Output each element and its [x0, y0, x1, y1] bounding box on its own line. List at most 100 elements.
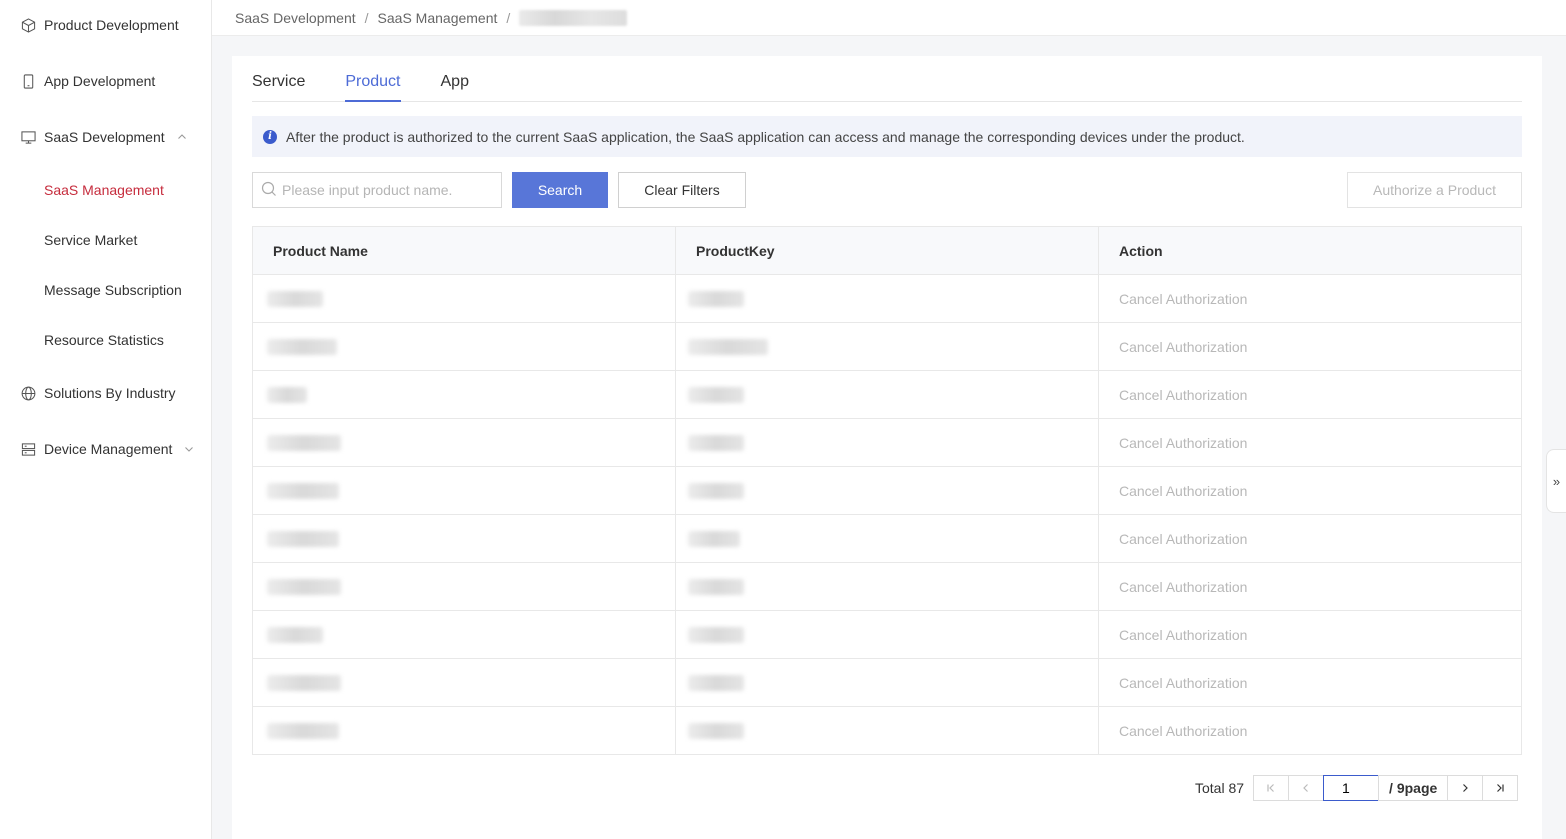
pagination: Total 87 / 9page	[1195, 775, 1519, 801]
redacted-product-key	[688, 434, 744, 451]
info-notice: i After the product is authorized to the…	[252, 116, 1522, 157]
last-page-button[interactable]	[1482, 775, 1519, 801]
cancel-authorization-link[interactable]: Cancel Authorization	[1119, 387, 1247, 403]
table-row: Cancel Authorization	[253, 275, 1521, 323]
server-icon	[20, 441, 36, 457]
search-button[interactable]: Search	[512, 172, 608, 208]
notice-text: After the product is authorized to the c…	[286, 128, 1245, 145]
chevron-down-icon	[184, 444, 194, 454]
action-cell: Cancel Authorization	[1099, 563, 1521, 610]
redacted-product-name	[267, 338, 337, 355]
breadcrumb-current-redacted	[519, 9, 628, 26]
tab-service[interactable]: Service	[252, 73, 305, 101]
product-name-cell	[253, 707, 676, 754]
product-name-cell	[253, 419, 676, 466]
nav-app-development[interactable]: App Development	[0, 53, 211, 109]
chevron-right-icon	[1463, 784, 1469, 792]
product-key-cell	[676, 659, 1099, 706]
nav-saas-management[interactable]: SaaS Management	[0, 165, 211, 215]
redacted-product-name	[267, 722, 339, 739]
nav-product-development[interactable]: Product Development	[0, 0, 211, 53]
cancel-authorization-link[interactable]: Cancel Authorization	[1119, 291, 1247, 307]
product-key-cell	[676, 611, 1099, 658]
cancel-authorization-link[interactable]: Cancel Authorization	[1119, 579, 1247, 595]
redacted-product-key	[688, 626, 744, 643]
header-action: Action	[1119, 242, 1163, 259]
cancel-authorization-link[interactable]: Cancel Authorization	[1119, 435, 1247, 451]
redacted-product-key	[688, 290, 744, 307]
clear-filters-button[interactable]: Clear Filters	[618, 172, 746, 208]
product-name-cell	[253, 611, 676, 658]
action-cell: Cancel Authorization	[1099, 467, 1521, 514]
nav-label: Solutions By Industry	[44, 385, 176, 401]
redacted-product-name	[267, 578, 341, 595]
first-page-icon	[1267, 784, 1274, 792]
nav-resource-statistics[interactable]: Resource Statistics	[0, 315, 211, 365]
product-key-cell	[676, 563, 1099, 610]
nav-saas-development[interactable]: SaaS Development	[0, 109, 211, 165]
cancel-authorization-link[interactable]: Cancel Authorization	[1119, 675, 1247, 691]
table-row: Cancel Authorization	[253, 467, 1521, 515]
nav-label: Device Management	[44, 441, 173, 457]
search-input[interactable]	[282, 182, 492, 198]
nav-label: SaaS Development	[44, 129, 165, 145]
product-table: Product Name ProductKey Action Cancel Au…	[252, 226, 1522, 755]
search-field[interactable]	[252, 172, 502, 208]
breadcrumb-saas-development[interactable]: SaaS Development	[235, 10, 356, 26]
table-row: Cancel Authorization	[253, 611, 1521, 659]
globe-icon	[20, 385, 36, 401]
redacted-product-name	[267, 386, 307, 403]
table-header: Product Name ProductKey Action	[253, 227, 1521, 275]
redacted-product-key	[688, 530, 740, 547]
product-name-cell	[253, 323, 676, 370]
product-key-cell	[676, 707, 1099, 754]
table-row: Cancel Authorization	[253, 563, 1521, 611]
nav-message-subscription[interactable]: Message Subscription	[0, 265, 211, 315]
tab-bar: Service Product App	[252, 56, 1522, 102]
cancel-authorization-link[interactable]: Cancel Authorization	[1119, 627, 1247, 643]
authorize-product-button[interactable]: Authorize a Product	[1347, 172, 1522, 208]
page-number-input[interactable]	[1323, 775, 1380, 801]
redacted-product-name	[267, 626, 323, 643]
product-name-cell	[253, 467, 676, 514]
nav-service-market[interactable]: Service Market	[0, 215, 211, 265]
action-cell: Cancel Authorization	[1099, 371, 1521, 418]
redacted-product-key	[688, 722, 744, 739]
header-product-key: ProductKey	[676, 227, 1099, 274]
product-key-cell	[676, 371, 1099, 418]
main-card: Service Product App i After the product …	[232, 56, 1542, 839]
redacted-product-key	[688, 482, 744, 499]
redacted-product-name	[267, 482, 339, 499]
product-name-cell	[253, 659, 676, 706]
action-cell: Cancel Authorization	[1099, 707, 1521, 754]
nav-device-management[interactable]: Device Management	[0, 421, 211, 477]
prev-page-button[interactable]	[1288, 775, 1325, 801]
tab-product[interactable]: Product	[345, 73, 401, 102]
redacted-product-key	[688, 578, 744, 595]
breadcrumb: SaaS Development / SaaS Management /	[212, 0, 1566, 36]
nav-solutions-by-industry[interactable]: Solutions By Industry	[0, 365, 211, 421]
search-icon	[261, 181, 277, 200]
next-page-button[interactable]	[1447, 775, 1484, 801]
cancel-authorization-link[interactable]: Cancel Authorization	[1119, 483, 1247, 499]
product-key-cell	[676, 323, 1099, 370]
chevron-up-icon	[177, 132, 187, 142]
action-cell: Cancel Authorization	[1099, 323, 1521, 370]
action-cell: Cancel Authorization	[1099, 419, 1521, 466]
product-name-cell	[253, 275, 676, 322]
redacted-product-name	[267, 674, 341, 691]
action-cell: Cancel Authorization	[1099, 275, 1521, 322]
expand-panel-toggle[interactable]: »	[1546, 449, 1566, 513]
redacted-product-name	[267, 290, 323, 307]
breadcrumb-saas-management[interactable]: SaaS Management	[378, 10, 498, 26]
tab-app[interactable]: App	[441, 73, 469, 101]
header-product-name: Product Name	[253, 227, 676, 274]
monitor-icon	[20, 129, 36, 145]
redacted-product-key	[688, 338, 768, 355]
nav-label: Product Development	[44, 17, 179, 33]
table-row: Cancel Authorization	[253, 515, 1521, 563]
first-page-button[interactable]	[1253, 775, 1290, 801]
cancel-authorization-link[interactable]: Cancel Authorization	[1119, 723, 1247, 739]
cancel-authorization-link[interactable]: Cancel Authorization	[1119, 531, 1247, 547]
cancel-authorization-link[interactable]: Cancel Authorization	[1119, 339, 1247, 355]
